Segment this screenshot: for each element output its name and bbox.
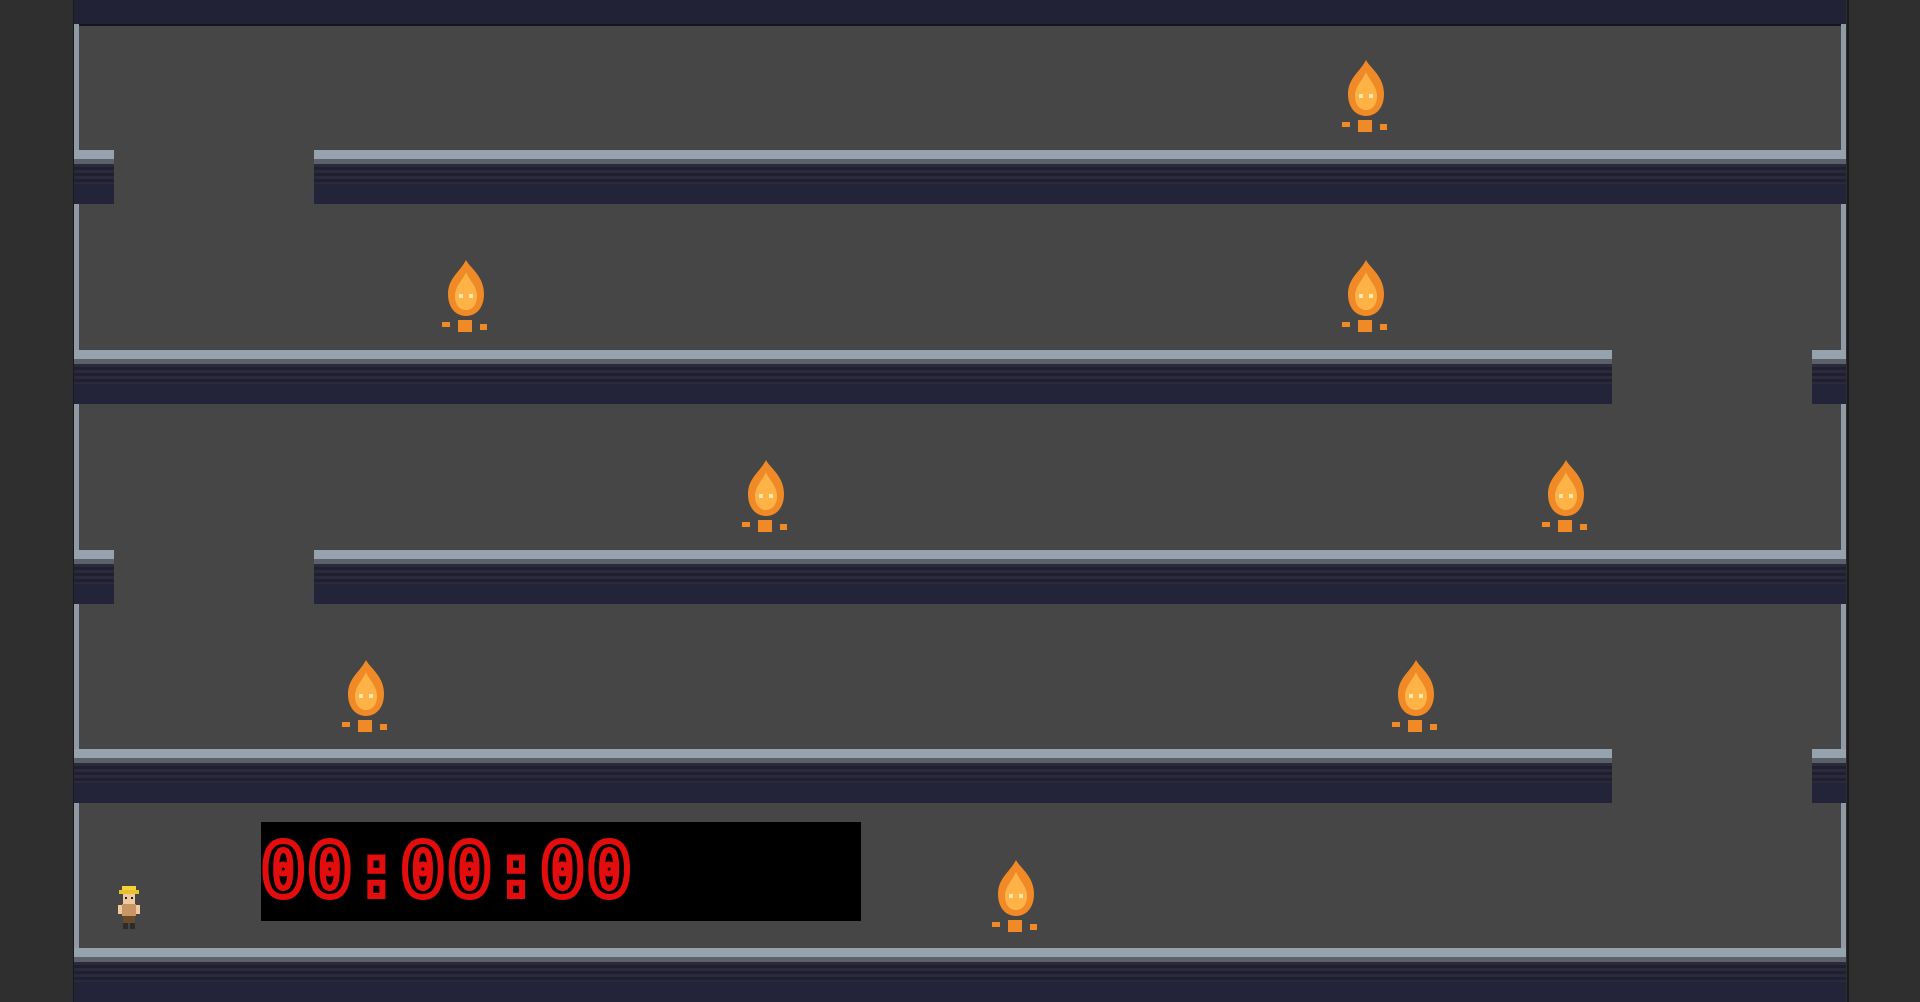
miner-character-icon[interactable] <box>116 884 142 930</box>
flame-enemy-icon <box>742 460 787 532</box>
flame-enemy-icon <box>442 260 487 332</box>
platform-row1-main <box>314 150 1846 204</box>
flame-enemy-icon <box>992 860 1037 932</box>
platform-row4-main <box>74 749 1612 803</box>
ceiling <box>74 0 1846 26</box>
game-arena[interactable]: 00:00:00 <box>74 0 1846 1002</box>
platform-row1-left-stub <box>74 150 114 204</box>
timer-panel: 00:00:00 <box>258 822 861 921</box>
flame-enemy-icon <box>1542 460 1587 532</box>
ground-floor <box>74 948 1846 1002</box>
left-margin <box>0 0 75 1002</box>
timer-display: 00:00:00 <box>258 825 634 917</box>
right-margin <box>1847 0 1920 1002</box>
platform-row3-main <box>314 550 1846 604</box>
flame-enemy-icon <box>1342 60 1387 132</box>
platform-row2-right-stub <box>1812 350 1846 404</box>
platform-row2-main <box>74 350 1612 404</box>
flame-enemy-icon <box>1392 660 1437 732</box>
flame-enemy-icon <box>1342 260 1387 332</box>
flame-enemy-icon <box>342 660 387 732</box>
platform-row3-left-stub <box>74 550 114 604</box>
platform-row4-right-stub <box>1812 749 1846 803</box>
